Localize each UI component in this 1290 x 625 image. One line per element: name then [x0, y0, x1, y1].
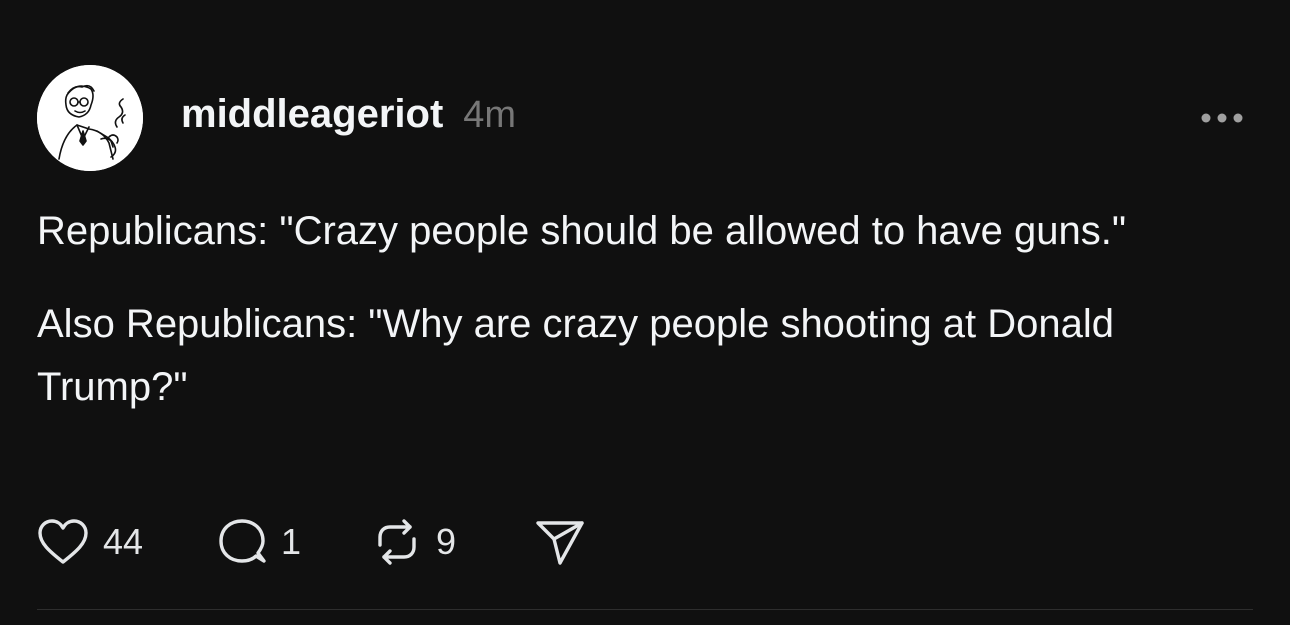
reply-button[interactable]: 1: [217, 517, 372, 567]
like-button[interactable]: 44: [37, 518, 217, 566]
post-body: Republicans: "Crazy people should be all…: [37, 200, 1237, 449]
post-paragraph: Republicans: "Crazy people should be all…: [37, 209, 1127, 253]
like-count: 44: [103, 521, 144, 562]
repost-button[interactable]: 9: [372, 517, 534, 567]
reply-count: 1: [281, 521, 302, 562]
more-options-icon: [1201, 113, 1243, 123]
avatar[interactable]: [37, 65, 143, 171]
comment-icon: [219, 519, 266, 563]
share-icon: [536, 521, 584, 565]
more-options-button[interactable]: [1196, 100, 1248, 136]
post-paragraph: Also Republicans: "Why are crazy people …: [37, 302, 1115, 409]
repost-count: 9: [436, 521, 457, 562]
divider: [37, 609, 1253, 610]
thread-post: middleageriot 4m Republicans: "Crazy peo…: [0, 0, 1290, 625]
username[interactable]: middleageriot: [181, 92, 443, 137]
post-header: middleageriot 4m: [181, 92, 516, 146]
share-button[interactable]: [534, 517, 586, 567]
repost-icon: [378, 519, 416, 565]
heart-icon: [38, 519, 88, 564]
avatar-illustration: [37, 65, 143, 171]
action-bar: 44 1 9: [37, 512, 586, 572]
timestamp: 4m: [463, 94, 517, 136]
